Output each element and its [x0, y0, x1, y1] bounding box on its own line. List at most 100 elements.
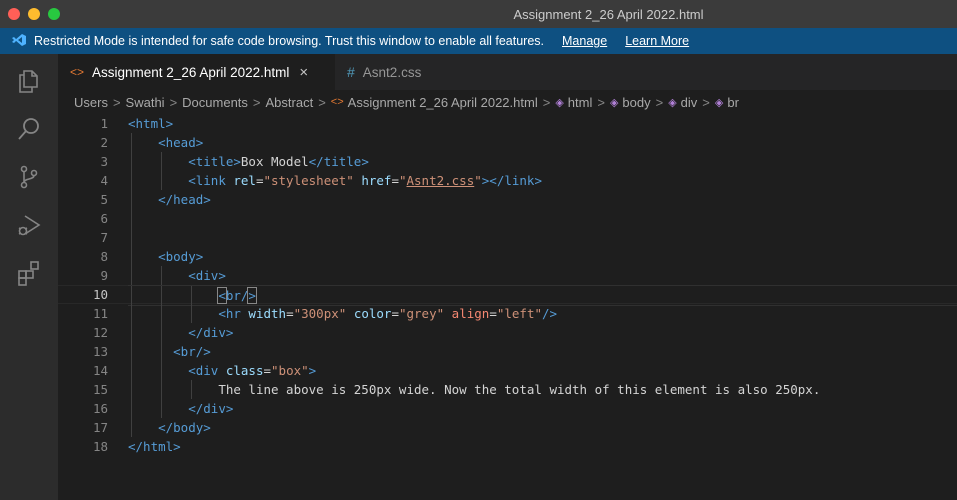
- hr-open-tag: <hr: [218, 306, 249, 321]
- breadcrumb-documents[interactable]: Documents: [182, 95, 248, 110]
- run-debug-icon[interactable]: [14, 210, 44, 240]
- html-close-tag: </html>: [128, 439, 181, 454]
- bracket-match: >: [247, 287, 257, 304]
- breadcrumb: Users > Swathi > Documents > Abstract > …: [58, 90, 957, 114]
- br-tag: br/: [225, 288, 249, 303]
- align-attribute: align: [451, 306, 490, 321]
- line-number: 18: [92, 439, 108, 454]
- line-number: 10: [92, 287, 108, 302]
- line-number: 2: [100, 135, 108, 150]
- code-line[interactable]: 5 </head>: [58, 190, 957, 209]
- breadcrumb-users[interactable]: Users: [74, 95, 108, 110]
- href-quote: ": [474, 173, 482, 188]
- css-file-icon: #: [347, 64, 355, 80]
- link-close-tag: ></link>: [481, 173, 542, 188]
- breadcrumb-file[interactable]: Assignment 2_26 April 2022.html: [348, 95, 538, 110]
- breadcrumb-html[interactable]: html: [568, 95, 593, 110]
- title-bar: Assignment 2_26 April 2022.html: [0, 0, 957, 28]
- close-icon[interactable]: ×: [299, 64, 308, 81]
- breadcrumb-div[interactable]: div: [681, 95, 698, 110]
- html-file-icon: <>: [330, 96, 344, 108]
- line-number: 12: [92, 325, 108, 340]
- rel-value: "stylesheet": [263, 173, 354, 188]
- code-line[interactable]: 2 <head>: [58, 133, 957, 152]
- breadcrumb-abstract[interactable]: Abstract: [266, 95, 314, 110]
- code-line[interactable]: 8 <body>: [58, 247, 957, 266]
- breadcrumb-separator: >: [112, 94, 121, 110]
- code-line[interactable]: 9 <div>: [58, 266, 957, 285]
- extensions-icon[interactable]: [14, 258, 44, 288]
- title-close-tag: </title>: [308, 154, 369, 169]
- div-close-tag: </div>: [188, 401, 234, 416]
- line-number: 8: [100, 249, 108, 264]
- breadcrumb-separator: >: [702, 94, 710, 110]
- html-open-tag: <html>: [128, 116, 174, 131]
- learn-more-link[interactable]: Learn More: [625, 34, 689, 48]
- line-number: 14: [92, 363, 108, 378]
- tab-asnt2-css[interactable]: # Asnt2.css: [335, 54, 455, 90]
- editor-tabs: <> Assignment 2_26 April 2022.html × # A…: [58, 54, 957, 90]
- title-open-tag: <title>: [188, 154, 241, 169]
- breadcrumb-separator: >: [318, 94, 326, 110]
- line-number: 7: [100, 230, 108, 245]
- banner-message: Restricted Mode is intended for safe cod…: [34, 34, 544, 48]
- code-line-current[interactable]: 10 <br/>: [58, 285, 957, 306]
- code-line[interactable]: 16 </div>: [58, 399, 957, 418]
- html-file-icon: <>: [70, 65, 85, 79]
- div-open-tag: <div>: [188, 268, 226, 283]
- element-cube-icon: ◈: [555, 96, 564, 109]
- line-number: 13: [92, 344, 108, 359]
- line-number: 17: [92, 420, 108, 435]
- breadcrumb-body[interactable]: body: [622, 95, 650, 110]
- tab-assignment-html[interactable]: <> Assignment 2_26 April 2022.html ×: [58, 54, 335, 90]
- vscode-logo-icon: [6, 33, 32, 50]
- line-number: 5: [100, 192, 108, 207]
- breadcrumb-separator: >: [252, 94, 261, 110]
- head-open-tag: <head>: [158, 135, 204, 150]
- code-line[interactable]: 18 </html>: [58, 437, 957, 456]
- div-open-tag: <div: [188, 363, 226, 378]
- code-line[interactable]: 6: [58, 209, 957, 228]
- element-cube-icon: ◈: [714, 96, 724, 109]
- bracket-match: <: [217, 287, 227, 304]
- code-line[interactable]: 12 </div>: [58, 323, 957, 342]
- code-line[interactable]: 14 <div class="box">: [58, 361, 957, 380]
- div-open-tag-end: >: [308, 363, 317, 378]
- code-line[interactable]: 11 <hr width="300px" color="grey" align=…: [58, 304, 957, 323]
- breadcrumb-swathi[interactable]: Swathi: [126, 95, 165, 110]
- activity-bar: [0, 54, 58, 500]
- search-icon[interactable]: [14, 114, 44, 144]
- breadcrumb-separator: >: [542, 94, 551, 110]
- head-close-tag: </head>: [158, 192, 211, 207]
- code-line[interactable]: 1 <html>: [58, 114, 957, 133]
- breadcrumb-br[interactable]: br: [727, 95, 739, 110]
- line-number: 15: [92, 382, 108, 397]
- code-line[interactable]: 17 </body>: [58, 418, 957, 437]
- color-attribute: color: [353, 306, 392, 321]
- window-title: Assignment 2_26 April 2022.html: [513, 7, 704, 22]
- files-icon[interactable]: [14, 66, 44, 96]
- line-number: 11: [92, 306, 108, 321]
- title-text: Box Model: [240, 154, 309, 169]
- href-link[interactable]: Asnt2.css: [407, 173, 475, 188]
- br-tag: <br/>: [173, 344, 211, 359]
- element-cube-icon: ◈: [668, 96, 677, 109]
- hr-close-tag: />: [542, 306, 558, 321]
- href-attribute: href: [361, 173, 392, 188]
- code-line[interactable]: 7: [58, 228, 957, 247]
- manage-link[interactable]: Manage: [562, 34, 607, 48]
- body-close-tag: </body>: [158, 420, 211, 435]
- line-number: 1: [100, 116, 108, 131]
- code-line[interactable]: 3 <title>Box Model</title>: [58, 152, 957, 171]
- breadcrumb-separator: >: [169, 94, 178, 110]
- href-quote: ": [398, 173, 407, 188]
- source-control-icon[interactable]: [14, 162, 44, 192]
- breadcrumb-separator: >: [597, 94, 605, 110]
- rel-attribute: rel: [233, 173, 256, 188]
- color-value: "grey": [398, 306, 445, 321]
- code-line[interactable]: 4 <link rel="stylesheet" href="Asnt2.css…: [58, 171, 957, 190]
- div-close-tag: </div>: [188, 325, 234, 340]
- code-line[interactable]: 13 <br/>: [58, 342, 957, 361]
- code-editor[interactable]: 1 <html> 2 <head> 3 <title>Box Model</ti…: [58, 114, 957, 500]
- code-line[interactable]: 15 The line above is 250px wide. Now the…: [58, 380, 957, 399]
